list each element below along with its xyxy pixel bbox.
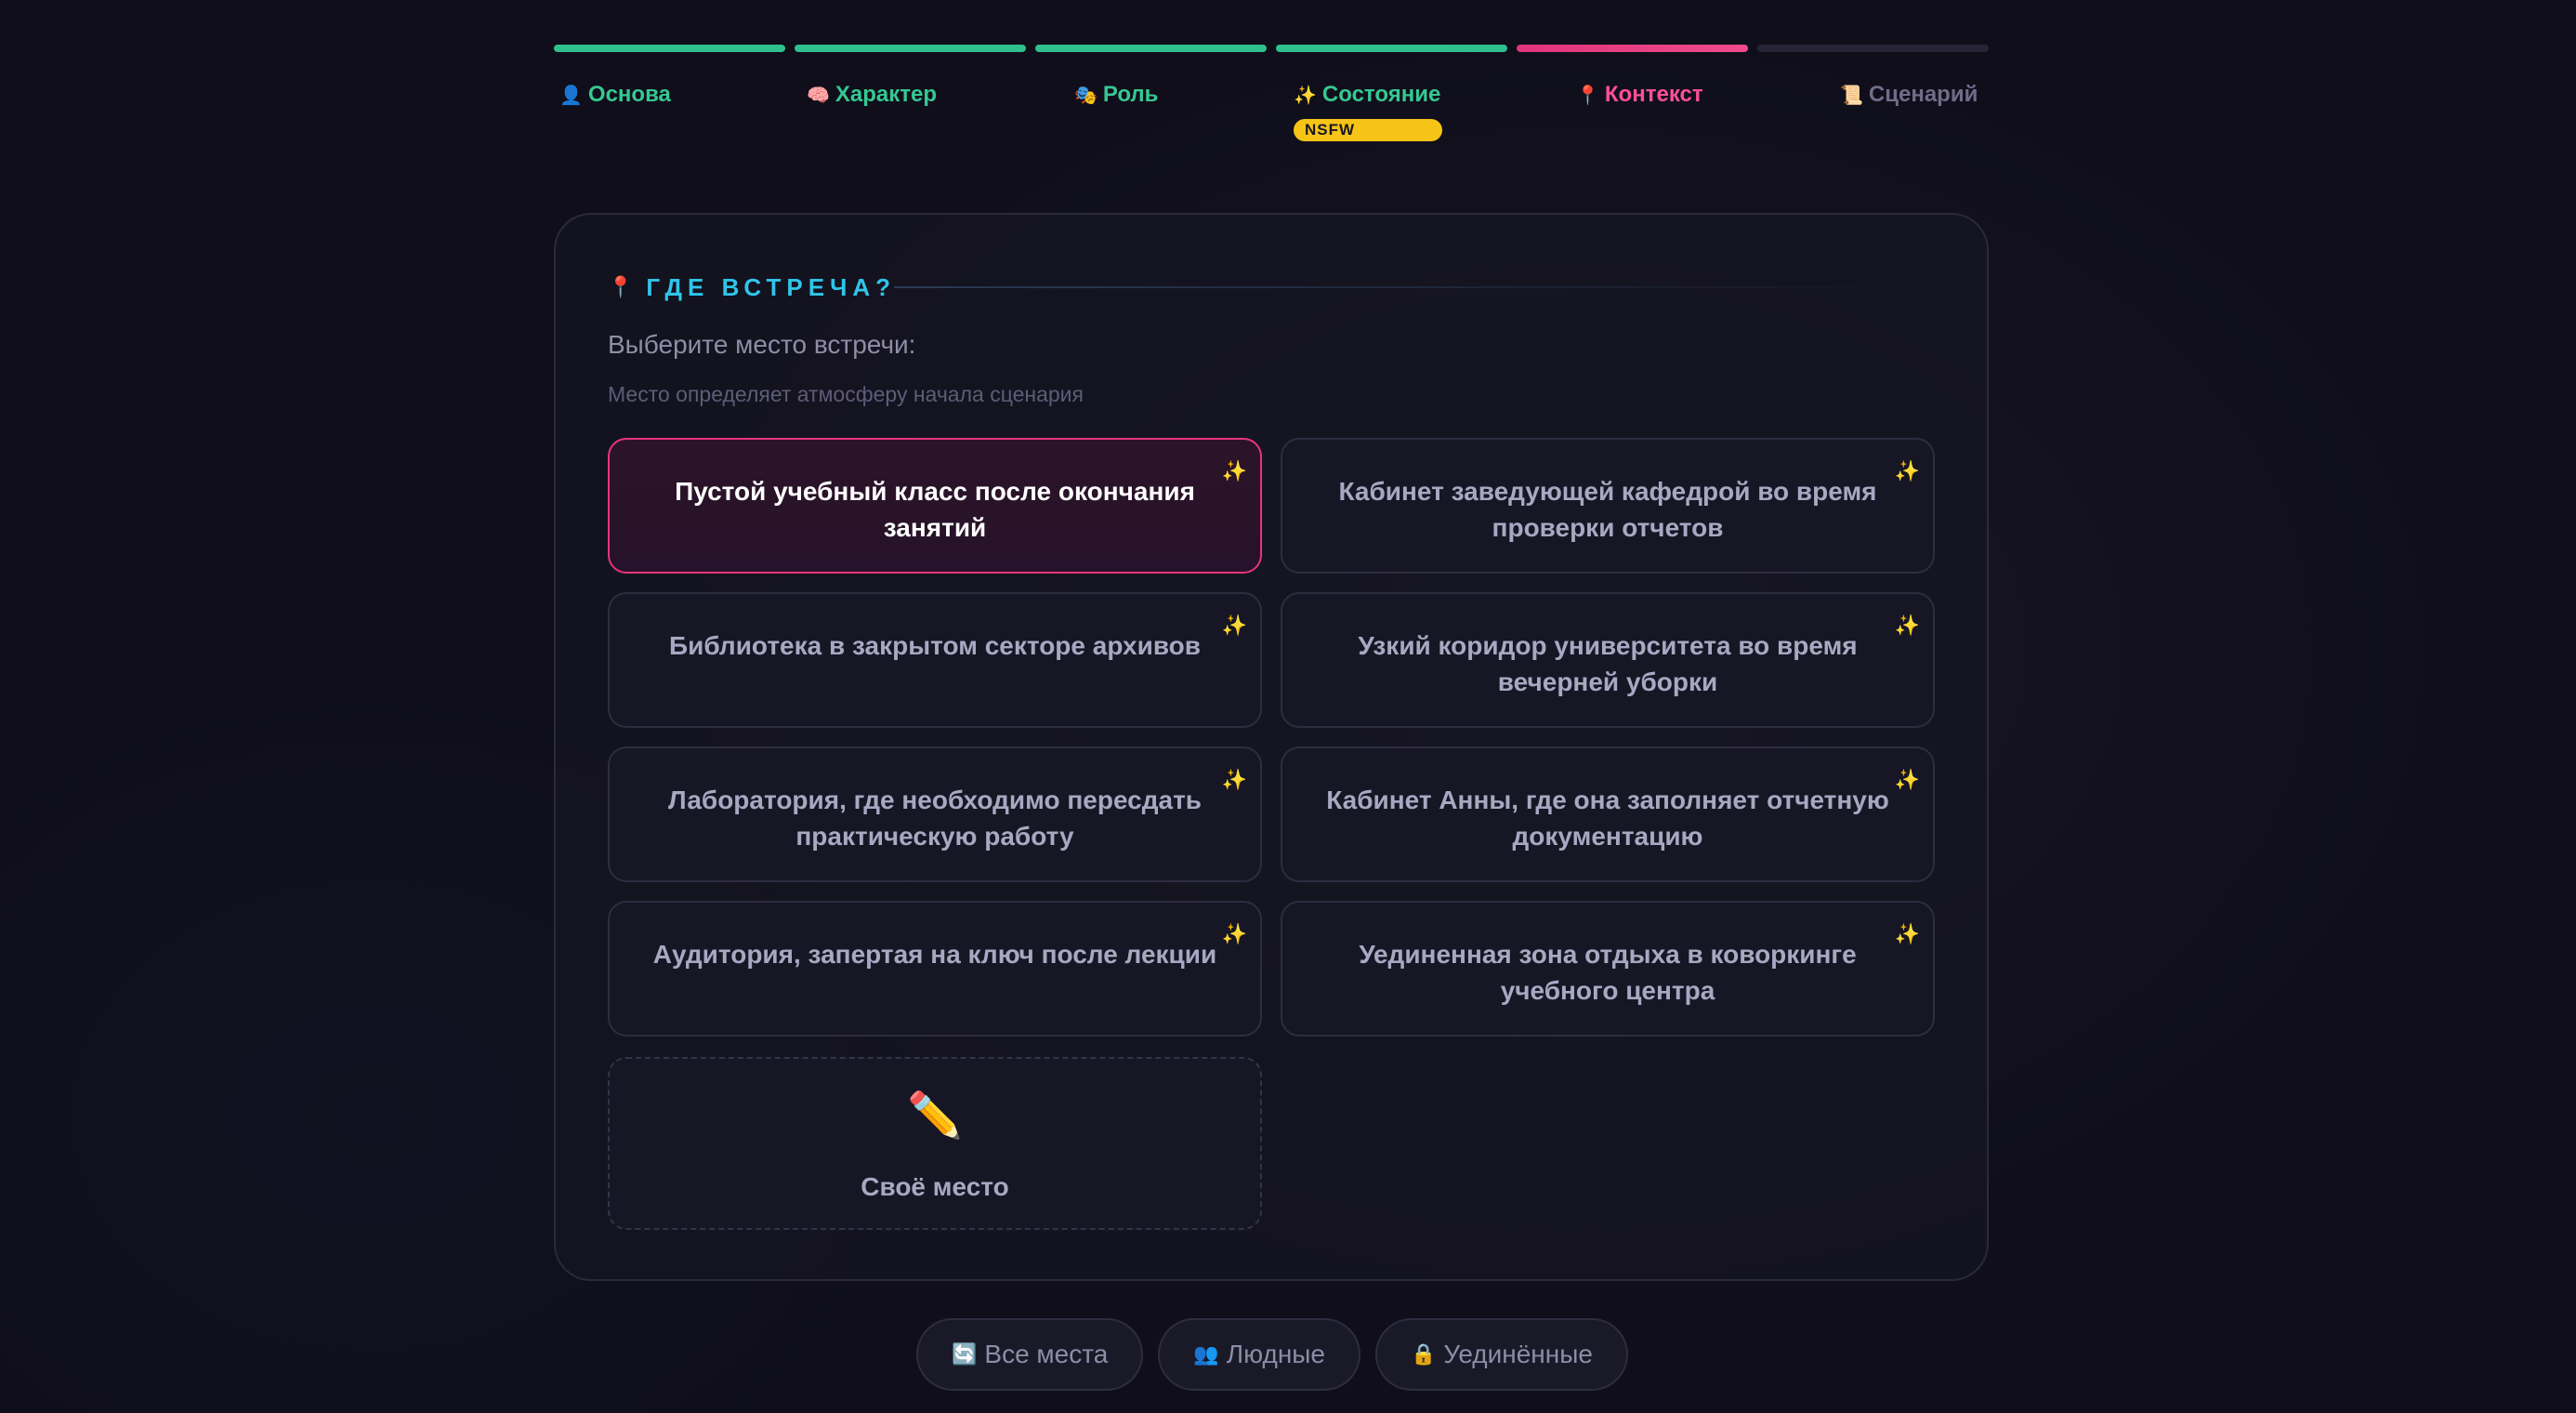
heading-divider bbox=[894, 286, 1916, 288]
sparkles-icon: ✨ bbox=[1894, 614, 1920, 637]
sparkles-icon: ✨ bbox=[1294, 85, 1317, 106]
step-label: Характер bbox=[835, 82, 938, 107]
filter-crowded[interactable]: 👥 Людные bbox=[1158, 1318, 1361, 1391]
progress-segment-6 bbox=[1757, 45, 1989, 52]
nsfw-badge: NSFW bbox=[1294, 119, 1442, 141]
people-icon: 👥 bbox=[1193, 1342, 1219, 1366]
progress-segment-2 bbox=[795, 45, 1026, 52]
location-option-coworking[interactable]: Уединенная зона отдыха в коворкинге учеб… bbox=[1281, 901, 1935, 1037]
step-scenario[interactable]: 📜 Сценарий bbox=[1840, 82, 1978, 108]
option-label: Уединенная зона отдыха в коворкинге учеб… bbox=[1359, 940, 1857, 1005]
brain-icon: 🧠 bbox=[807, 85, 830, 106]
location-option-department-office[interactable]: Кабинет заведующей кафедрой во время про… bbox=[1281, 438, 1935, 574]
option-label: Узкий коридор университета во время вече… bbox=[1358, 631, 1858, 696]
sparkles-icon: ✨ bbox=[1894, 459, 1920, 482]
filter-all-places[interactable]: 🔄 Все места bbox=[916, 1318, 1144, 1391]
filter-label: Людные bbox=[1226, 1340, 1326, 1368]
location-card: 📍 ГДЕ ВСТРЕЧА? Выберите место встречи: М… bbox=[554, 213, 1989, 1281]
progress-segment-3 bbox=[1035, 45, 1267, 52]
progress-segment-5 bbox=[1517, 45, 1748, 52]
step-label: Состояние bbox=[1321, 82, 1441, 107]
theater-masks-icon: 🎭 bbox=[1074, 85, 1097, 106]
sparkles-icon: ✨ bbox=[1221, 614, 1247, 637]
step-role[interactable]: 🎭 Роль bbox=[1074, 82, 1158, 108]
progress-segment-1 bbox=[554, 45, 785, 52]
hint-text: Место определяет атмосферу начала сценар… bbox=[608, 382, 1084, 406]
option-label: Аудитория, запертая на ключ после лекции bbox=[652, 940, 1217, 969]
location-option-corridor[interactable]: Узкий коридор университета во время вече… bbox=[1281, 592, 1935, 728]
option-label: Кабинет заведующей кафедрой во время про… bbox=[1338, 477, 1877, 542]
location-filters: 🔄 Все места 👥 Людные 🔒 Уединённые bbox=[916, 1318, 1628, 1391]
sparkles-icon: ✨ bbox=[1221, 922, 1247, 945]
lock-icon: 🔒 bbox=[1411, 1342, 1437, 1366]
step-state[interactable]: ✨ Состояние bbox=[1294, 82, 1440, 108]
filter-label: Уединённые bbox=[1443, 1340, 1593, 1368]
step-label: Сценарий bbox=[1868, 82, 1978, 107]
section-heading: 📍 ГДЕ ВСТРЕЧА? bbox=[608, 267, 896, 308]
location-option-laboratory[interactable]: Лаборатория, где необходимо пересдать пр… bbox=[608, 746, 1262, 882]
pin-icon: 📍 bbox=[608, 275, 634, 298]
step-label: Роль bbox=[1102, 82, 1159, 107]
person-icon: 👤 bbox=[559, 85, 583, 106]
sparkles-icon: ✨ bbox=[1894, 922, 1920, 945]
pencil-icon: ✏️ bbox=[907, 1091, 963, 1141]
pin-icon: 📍 bbox=[1576, 85, 1599, 106]
location-option-empty-classroom[interactable]: Пустой учебный класс после окончания зан… bbox=[608, 438, 1262, 574]
option-label: Кабинет Анны, где она заполняет отчетную… bbox=[1326, 786, 1889, 851]
step-tabs: 👤 Основа 🧠 Характер 🎭 Роль ✨ Состояние 📍… bbox=[554, 82, 1989, 147]
step-context[interactable]: 📍 Контекст bbox=[1576, 82, 1703, 108]
progress-segment-4 bbox=[1276, 45, 1507, 52]
section-title: ГДЕ ВСТРЕЧА? bbox=[646, 272, 896, 301]
location-option-anna-office[interactable]: Кабинет Анны, где она заполняет отчетную… bbox=[1281, 746, 1935, 882]
custom-location-label: Своё место bbox=[861, 1172, 1009, 1201]
step-label: Контекст bbox=[1604, 82, 1703, 107]
step-osnova[interactable]: 👤 Основа bbox=[559, 82, 671, 108]
scroll-icon: 📜 bbox=[1840, 85, 1863, 106]
step-label: Основа bbox=[587, 82, 671, 107]
custom-location-button[interactable]: ✏️ Своё место bbox=[608, 1057, 1262, 1230]
step-character[interactable]: 🧠 Характер bbox=[807, 82, 937, 108]
location-option-locked-auditorium[interactable]: Аудитория, запертая на ключ после лекции… bbox=[608, 901, 1262, 1037]
filter-secluded[interactable]: 🔒 Уединённые bbox=[1375, 1318, 1628, 1391]
prompt-text: Выберите место встречи: bbox=[608, 330, 916, 359]
location-option-library[interactable]: Библиотека в закрытом секторе архивов ✨ bbox=[608, 592, 1262, 728]
refresh-icon: 🔄 bbox=[952, 1342, 978, 1366]
option-label: Лаборатория, где необходимо пересдать пр… bbox=[667, 786, 1202, 851]
filter-label: Все места bbox=[984, 1340, 1109, 1368]
sparkles-icon: ✨ bbox=[1894, 768, 1920, 791]
option-label: Библиотека в закрытом секторе архивов bbox=[668, 631, 1202, 660]
sparkles-icon: ✨ bbox=[1221, 459, 1247, 482]
progress-bar bbox=[554, 45, 1989, 52]
option-label: Пустой учебный класс после окончания зан… bbox=[675, 477, 1195, 542]
sparkles-icon: ✨ bbox=[1221, 768, 1247, 791]
